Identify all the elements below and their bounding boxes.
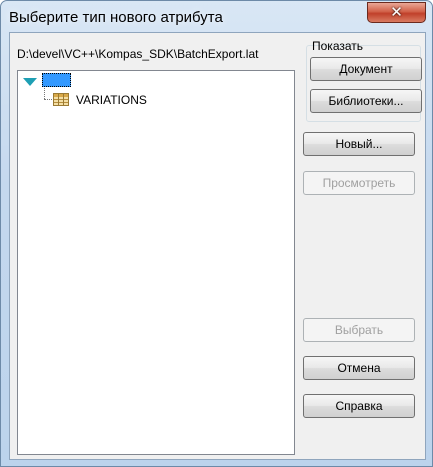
close-icon: ✕ <box>390 4 403 21</box>
tree-connector-line <box>44 88 45 99</box>
tree-item-variations[interactable]: VARIATIONS <box>76 93 147 107</box>
file-path-label: D:\devel\VC++\Kompas_SDK\BatchExport.lat <box>17 47 259 61</box>
title-bar[interactable]: Выберите тип нового атрибута ✕ <box>1 1 433 32</box>
tree-root-item[interactable] <box>42 73 71 87</box>
new-button[interactable]: Новый... <box>303 132 415 156</box>
document-button[interactable]: Документ <box>310 57 422 81</box>
table-icon <box>53 93 69 106</box>
tree-connector-line <box>44 99 52 100</box>
select-button[interactable]: Выбрать <box>303 318 415 342</box>
show-group-label: Показать <box>312 39 364 53</box>
libraries-button[interactable]: Библиотеки... <box>310 89 422 113</box>
attribute-tree[interactable]: VARIATIONS <box>17 70 295 455</box>
view-button[interactable]: Просмотреть <box>303 171 415 195</box>
dialog-client-area: D:\devel\VC++\Kompas_SDK\BatchExport.lat… <box>9 32 426 460</box>
help-button[interactable]: Справка <box>303 394 415 418</box>
expand-arrow-icon[interactable] <box>23 78 37 86</box>
close-button[interactable]: ✕ <box>367 2 426 23</box>
dialog-window: Выберите тип нового атрибута ✕ D:\devel\… <box>0 0 433 467</box>
window-title: Выберите тип нового атрибута <box>9 9 223 26</box>
cancel-button[interactable]: Отмена <box>303 356 415 380</box>
